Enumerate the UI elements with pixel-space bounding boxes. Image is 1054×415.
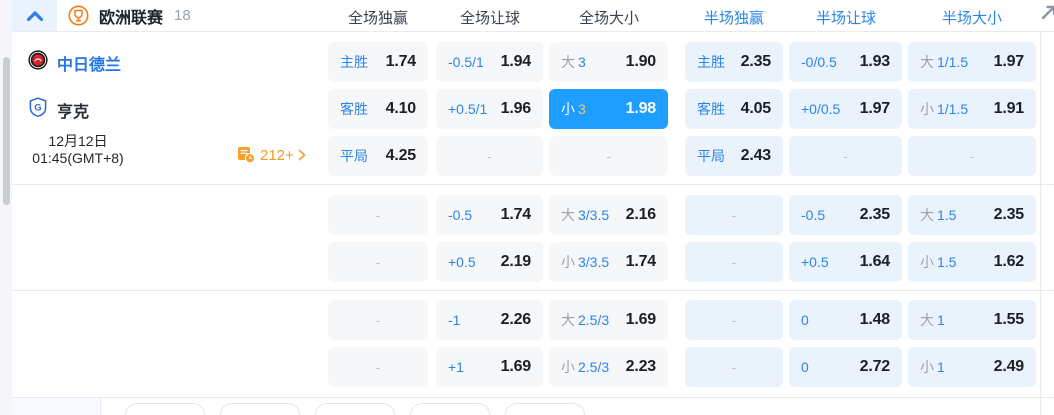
odds-cell-empty: - [685,195,783,235]
odds-row: - -1 2.26 大 2.5/3 1.69 - 0 1.48 大 1 1.55 [328,300,1036,340]
home-team-name[interactable]: 中日德兰 [57,51,121,75]
europa-trophy-icon [68,5,89,26]
market-pill[interactable] [505,403,585,415]
odds-cell[interactable]: 大 3/3.5 2.16 [549,195,668,235]
odds-cell-empty: - [685,347,783,387]
odds-row: - +0.5 2.19 小 3/3.5 1.74 - +0.5 1.64 小 1.5 1.6… [328,242,1036,282]
odds-cell[interactable]: +0.5/1 1.96 [436,89,543,129]
odds-row: - +1 1.69 小 2.5/3 2.23 - 0 2.72 小 1 2.49 [328,347,1036,387]
more-markets-link[interactable]: 212+ [237,146,306,164]
odds-cell-empty: - [685,242,783,282]
odds-cell[interactable]: 大 1 1.55 [908,300,1036,340]
svg-text:G: G [34,102,41,113]
odds-cell[interactable]: 客胜 4.05 [685,89,783,129]
column-header-ft-ou: 全场大小 [578,10,640,27]
chevron-up-icon [26,10,44,22]
next-section-divider [100,398,101,415]
market-pill[interactable] [315,403,395,415]
odds-cell[interactable]: -0.5/1 1.94 [436,42,543,82]
odds-cell-empty: - [685,300,783,340]
next-section-pills [125,403,585,415]
column-header-ft-1x2: 全场独赢 [347,10,409,27]
column-header-ht-ou[interactable]: 半场大小 [942,7,1002,28]
odds-cell[interactable]: 客胜 4.10 [328,89,428,129]
divider [12,397,1054,398]
away-team-name[interactable]: 亨克 [57,98,89,122]
odds-cell[interactable]: 平局 2.43 [685,136,783,176]
odds-group-alt1: - -0.5 1.74 大 3/3.5 2.16 - -0.5 2.35 大 1.5 2.3… [328,195,1036,289]
odds-cell[interactable]: -0.5 1.74 [436,195,543,235]
divider [12,184,1054,185]
odds-cell[interactable]: 小 1 2.49 [908,347,1036,387]
right-panel-divider [1040,31,1041,415]
collapse-league-button[interactable] [12,0,57,31]
league-name: 欧洲联赛 [99,9,164,27]
odds-cell[interactable]: 大 1.5 2.35 [908,195,1036,235]
odds-cell[interactable]: +0.5 2.19 [436,242,543,282]
home-team-logo [28,50,48,70]
column-header-ft-handicap: 全场让球 [459,10,521,27]
odds-cell[interactable]: 小 1/1.5 1.91 [908,89,1036,129]
odds-cell[interactable]: -0.5 2.35 [789,195,902,235]
away-team-logo: G [28,97,48,117]
odds-cell-empty: - [328,195,428,235]
odds-row: 客胜 4.10 +0.5/1 1.96 小 3 1.98 客胜 4.05 +0/0.5 1.… [328,89,1036,129]
more-markets-count: 212+ [260,146,294,164]
odds-cell[interactable]: 平局 4.25 [328,136,428,176]
chevron-right-icon [298,149,306,161]
odds-cell[interactable]: 大 1/1.5 1.97 [908,42,1036,82]
odds-cell[interactable]: 大 2.5/3 1.69 [549,300,668,340]
odds-cell[interactable]: 小 1.5 1.62 [908,242,1036,282]
match-datetime: 12月12日 01:45(GMT+8) [14,133,142,167]
column-header-ht-1x2[interactable]: 半场独赢 [704,7,764,28]
odds-cell[interactable]: 0 2.72 [789,347,902,387]
scrollbar-thumb[interactable] [3,57,10,205]
odds-cell[interactable]: +0/0.5 1.97 [789,89,902,129]
odds-cell-empty: - [436,136,543,176]
odds-cell[interactable]: 大 3 1.90 [549,42,668,82]
odds-cell-selected[interactable]: 小 3 1.98 [549,89,668,129]
divider [12,31,1054,32]
scrollbar-track[interactable] [0,0,12,415]
market-pill[interactable] [220,403,300,415]
odds-cell-empty: - [328,242,428,282]
odds-group-alt2: - -1 2.26 大 2.5/3 1.69 - 0 1.48 大 1 1.55 - +1 1… [328,300,1036,394]
odds-cell[interactable]: +1 1.69 [436,347,543,387]
odds-row: - -0.5 1.74 大 3/3.5 2.16 - -0.5 2.35 大 1.5 2.3… [328,195,1036,235]
odds-row: 平局 4.25 - - 平局 2.43 - - [328,136,1036,176]
market-pill[interactable] [125,403,205,415]
odds-cell[interactable]: -1 2.26 [436,300,543,340]
odds-screen: 欧洲联赛 18 全场独赢 全场让球 全场大小 半场独赢 半场让球 半场大小 中日… [0,0,1054,415]
markets-clock-icon [237,146,256,164]
odds-cell[interactable]: -0/0.5 1.93 [789,42,902,82]
odds-row: 主胜 1.74 -0.5/1 1.94 大 3 1.90 主胜 2.35 -0/0.5 1.… [328,42,1036,82]
odds-cell-empty: - [328,347,428,387]
next-section-left-block [12,398,100,415]
column-header-ht-handicap[interactable]: 半场让球 [816,7,876,28]
odds-cell[interactable]: 小 3/3.5 1.74 [549,242,668,282]
odds-cell-empty: - [549,136,668,176]
pin-arrow-icon[interactable] [1041,4,1054,25]
odds-cell-empty: - [328,300,428,340]
league-header: 欧洲联赛 18 [68,0,191,31]
match-time: 01:45(GMT+8) [32,150,124,166]
league-match-count: 18 [174,7,191,24]
odds-cell[interactable]: 0 1.48 [789,300,902,340]
odds-cell[interactable]: 主胜 1.74 [328,42,428,82]
odds-group-main: 主胜 1.74 -0.5/1 1.94 大 3 1.90 主胜 2.35 -0/0.5 1.… [328,42,1036,183]
odds-cell[interactable]: 主胜 2.35 [685,42,783,82]
odds-cell[interactable]: 小 2.5/3 2.23 [549,347,668,387]
odds-cell-empty: - [908,136,1036,176]
market-pill[interactable] [410,403,490,415]
divider [12,290,1054,291]
odds-cell[interactable]: +0.5 1.64 [789,242,902,282]
odds-cell-empty: - [789,136,902,176]
match-date: 12月12日 [48,133,108,149]
